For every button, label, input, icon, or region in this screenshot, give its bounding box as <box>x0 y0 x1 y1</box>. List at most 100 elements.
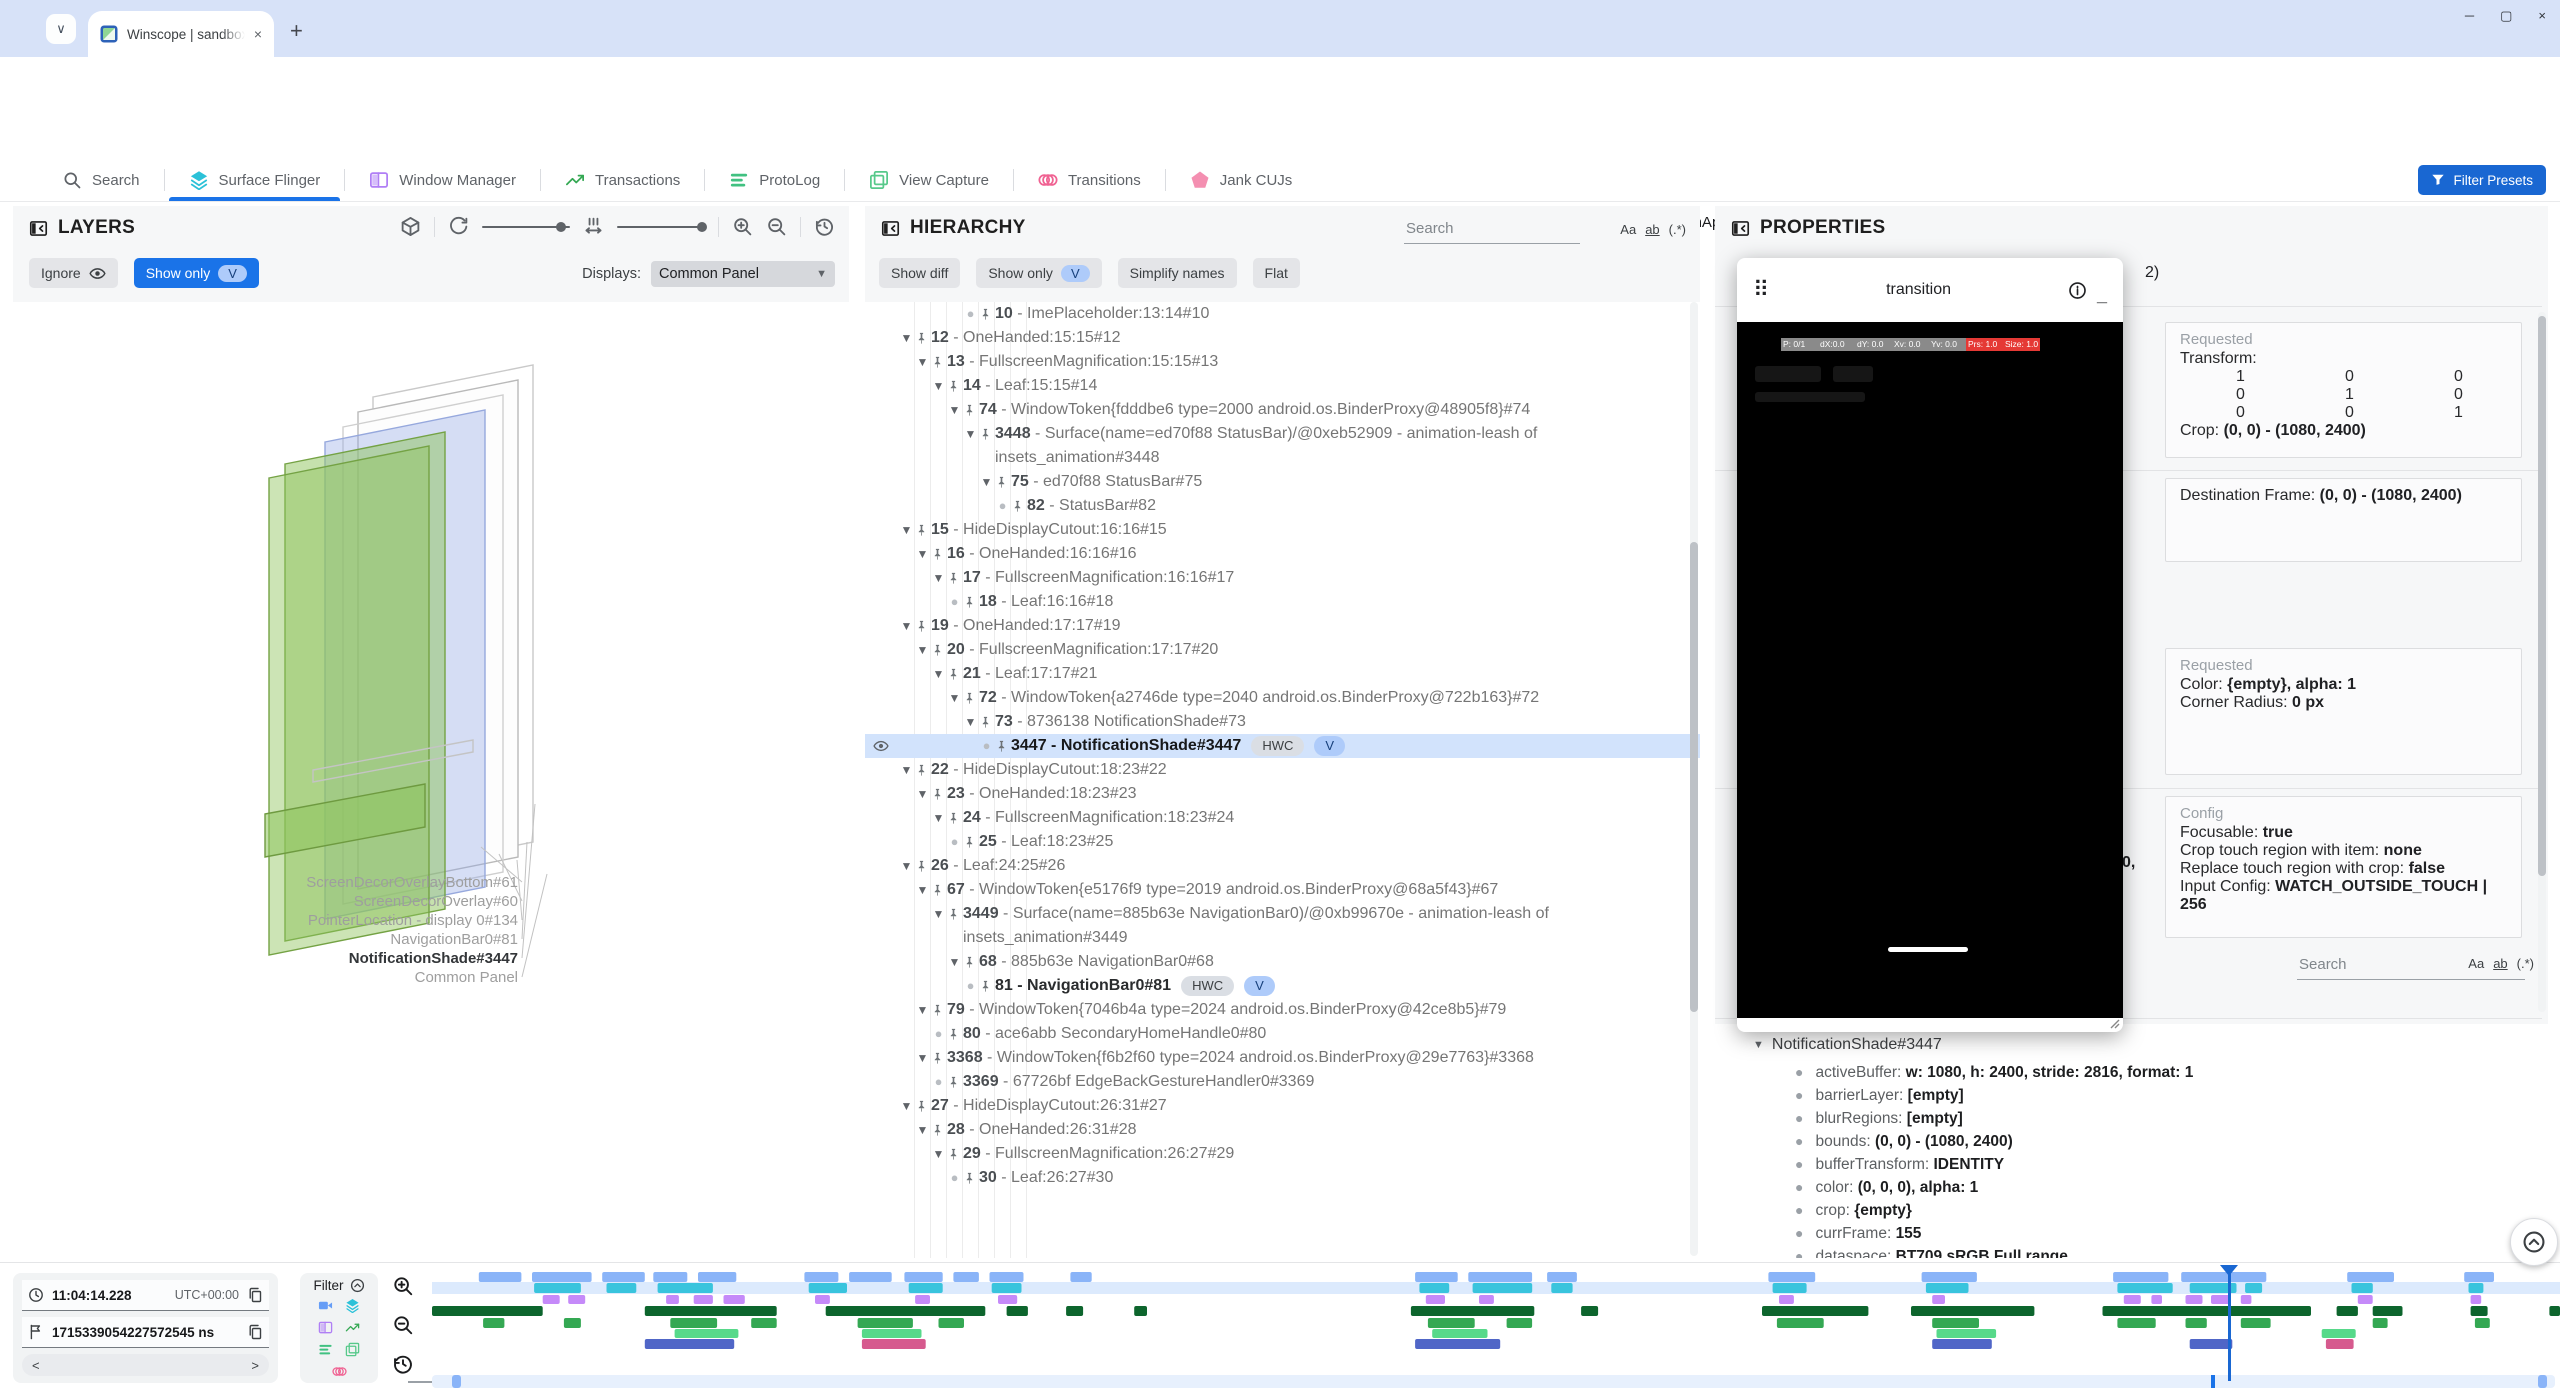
surface-flinger-segment[interactable] <box>2352 1283 2373 1293</box>
surface-flinger-segment[interactable] <box>1926 1283 1969 1293</box>
ignore-visibility-chip[interactable]: Ignore <box>29 258 118 288</box>
expand-arrow-icon[interactable]: ▼ <box>915 1046 930 1070</box>
expand-arrow-icon[interactable]: ▼ <box>915 1118 930 1142</box>
transactions-segment[interactable] <box>724 1295 745 1304</box>
regex-toggle[interactable]: (.*) <box>2517 956 2534 971</box>
window-manager-segment[interactable] <box>1762 1306 1868 1316</box>
pin-icon[interactable] <box>931 642 944 657</box>
screen-recording-segment[interactable] <box>904 1272 942 1282</box>
expand-arrow-icon[interactable]: ▼ <box>931 1142 946 1166</box>
protolog-segment[interactable] <box>564 1318 581 1328</box>
tab-window-manager[interactable]: Window Manager <box>345 159 540 201</box>
pin-icon[interactable] <box>963 690 976 705</box>
protolog-segment[interactable] <box>1507 1318 1533 1328</box>
window-manager-segment[interactable] <box>1581 1306 1598 1316</box>
3d-view-icon[interactable] <box>400 216 421 237</box>
layer-label[interactable]: PointerLocation - display 0#134 <box>308 912 518 929</box>
collapse-panel-icon[interactable] <box>29 219 48 238</box>
expand-arrow-icon[interactable]: ▼ <box>915 638 930 662</box>
property-blurRegions[interactable]: ●blurRegions: [empty] <box>1795 1110 1963 1128</box>
timeline-reset-zoom-icon[interactable] <box>392 1353 414 1375</box>
window-manager-segment[interactable] <box>2337 1306 2358 1316</box>
screen-recording-segment[interactable] <box>1768 1272 1815 1282</box>
hierarchy-node-16[interactable]: ▼16 - OneHanded:16:16#16 <box>865 542 1700 566</box>
protolog-segment[interactable] <box>2373 1318 2388 1328</box>
drag-handle-icon[interactable]: ⠿ <box>1753 277 1769 303</box>
visibility-eye-icon[interactable] <box>873 738 889 754</box>
hierarchy-node-79[interactable]: ▼79 - WindowToken{7046b4a type=2024 andr… <box>865 998 1700 1022</box>
show-only-visible-chip[interactable]: Show only V <box>976 258 1101 288</box>
expand-arrow-icon[interactable]: ▼ <box>979 470 994 494</box>
pin-icon[interactable] <box>979 306 992 321</box>
layer-label[interactable]: ScreenDecorOverlayBottom#61 <box>306 874 518 891</box>
pin-icon[interactable] <box>947 378 960 393</box>
expand-arrow-icon[interactable]: ▼ <box>947 950 962 974</box>
screen-recording-segment[interactable] <box>2464 1272 2494 1282</box>
pin-icon[interactable] <box>995 738 1008 753</box>
screen-recording-segment[interactable] <box>532 1272 592 1282</box>
hierarchy-node-10[interactable]: ●10 - ImePlaceholder:13:14#10 <box>865 302 1700 326</box>
pin-icon[interactable] <box>963 594 976 609</box>
window-manager-segment[interactable] <box>2103 1306 2312 1316</box>
pin-icon[interactable] <box>947 570 960 585</box>
protolog-segment[interactable] <box>2241 1318 2271 1328</box>
transitions-segment[interactable] <box>2326 1339 2354 1349</box>
hierarchy-node-21[interactable]: ▼21 - Leaf:17:17#21 <box>865 662 1700 686</box>
transactions-segment[interactable] <box>2124 1295 2141 1304</box>
property-barrierLayer[interactable]: ●barrierLayer: [empty] <box>1795 1087 1964 1105</box>
zoom-out-icon[interactable] <box>766 216 787 237</box>
tab-transactions[interactable]: Transactions <box>541 159 704 201</box>
minimize-icon[interactable]: _ <box>2097 285 2107 306</box>
tab-protolog[interactable]: ProtoLog <box>705 159 844 201</box>
transitions-segment[interactable] <box>1415 1339 1500 1349</box>
pin-icon[interactable] <box>931 546 944 561</box>
pin-icon[interactable] <box>915 618 928 633</box>
screen-recording-segment[interactable] <box>602 1272 645 1282</box>
window-manager-segment[interactable] <box>2471 1306 2488 1316</box>
expand-arrow-icon[interactable]: ▼ <box>915 542 930 566</box>
transactions-segment[interactable] <box>998 1295 1017 1304</box>
pin-icon[interactable] <box>963 1170 976 1185</box>
tab-close-icon[interactable]: × <box>254 26 262 42</box>
transitions-segment[interactable] <box>862 1339 926 1349</box>
protolog-segment[interactable] <box>858 1318 913 1328</box>
window-manager-segment[interactable] <box>2373 1306 2403 1316</box>
trace-lanes[interactable] <box>432 1265 2560 1365</box>
ns-time-field[interactable]: 1715339054227572545 ns <box>22 1317 269 1348</box>
pin-icon[interactable] <box>931 882 944 897</box>
window-manager-segment[interactable] <box>2549 1306 2560 1316</box>
hierarchy-node-3447[interactable]: ●3447 - NotificationShade#3447HWCV <box>865 734 1700 758</box>
screen-recording-segment[interactable] <box>849 1272 892 1282</box>
property-activeBuffer[interactable]: ●activeBuffer: w: 1080, h: 2400, stride:… <box>1795 1064 2193 1082</box>
hierarchy-node-12[interactable]: ▼12 - OneHanded:15:15#12 <box>865 326 1700 350</box>
hierarchy-node-25[interactable]: ●25 - Leaf:18:23#25 <box>865 830 1700 854</box>
expand-arrow-icon[interactable]: ▼ <box>899 614 914 638</box>
layer-label[interactable]: ScreenDecorOverlay#60 <box>354 893 518 910</box>
hierarchy-node-73[interactable]: ▼73 - 8736138 NotificationShade#73 <box>865 710 1700 734</box>
hierarchy-node-68[interactable]: ▼68 - 885b63e NavigationBar0#68 <box>865 950 1700 974</box>
hierarchy-node-28[interactable]: ▼28 - OneHanded:26:31#28 <box>865 1118 1700 1142</box>
view-capture-segment[interactable] <box>1432 1329 1487 1338</box>
dialog-title-bar[interactable]: ⠿ transition _ <box>1737 258 2123 322</box>
pin-icon[interactable] <box>931 1122 944 1137</box>
screen-recording-segment[interactable] <box>1468 1272 1532 1282</box>
protolog-segment[interactable] <box>483 1318 504 1328</box>
window-manager-segment[interactable] <box>1911 1306 2034 1316</box>
expand-arrow-icon[interactable]: ▼ <box>899 854 914 878</box>
screen-recording-trace-icon[interactable] <box>318 1298 333 1313</box>
pin-icon[interactable] <box>931 1050 944 1065</box>
window-manager-segment[interactable] <box>1066 1306 1083 1316</box>
transactions-segment[interactable] <box>2471 1295 2482 1304</box>
layers-3d-canvas[interactable]: ScreenDecorOverlayBottom#61 ScreenDecorOv… <box>13 302 849 1258</box>
transactions-segment[interactable] <box>1932 1295 1945 1304</box>
pin-icon[interactable] <box>931 1002 944 1017</box>
pin-icon[interactable] <box>963 834 976 849</box>
screen-recording-segment[interactable] <box>698 1272 736 1282</box>
hierarchy-node-72[interactable]: ▼72 - WindowToken{a2746de type=2040 andr… <box>865 686 1700 710</box>
transitions-segment[interactable] <box>645 1339 734 1349</box>
range-handle-right[interactable] <box>2538 1375 2547 1388</box>
hierarchy-node-26[interactable]: ▼26 - Leaf:24:25#26 <box>865 854 1700 878</box>
screen-recording-segment[interactable] <box>1922 1272 1977 1282</box>
match-case-toggle[interactable]: Aa <box>2468 956 2484 971</box>
transitions-segment[interactable] <box>1932 1339 1992 1349</box>
